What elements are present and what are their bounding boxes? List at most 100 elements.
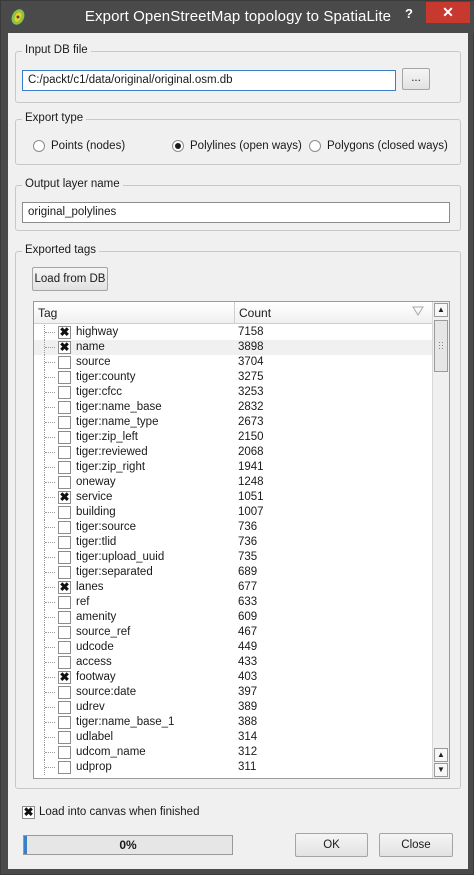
tag-checkbox[interactable] xyxy=(58,371,71,384)
tag-checkbox[interactable] xyxy=(58,566,71,579)
help-button[interactable]: ? xyxy=(399,4,419,24)
table-row[interactable]: tiger:county 3275 xyxy=(34,370,432,385)
radio-polygons-circle[interactable] xyxy=(309,140,321,152)
tag-name: tiger:upload_uuid xyxy=(76,551,165,563)
radio-points-circle[interactable] xyxy=(33,140,45,152)
table-row[interactable]: udcom_name 312 xyxy=(34,745,432,760)
table-row[interactable]: ✖ service 1051 xyxy=(34,490,432,505)
scroll-down-icon[interactable]: ▼ xyxy=(434,763,448,777)
table-row[interactable]: ✖ name 3898 xyxy=(34,340,432,355)
table-row[interactable]: tiger:name_base_1 388 xyxy=(34,715,432,730)
tree-connector xyxy=(44,400,55,415)
tag-checkbox[interactable] xyxy=(58,551,71,564)
tag-checkbox[interactable] xyxy=(58,446,71,459)
tag-name: tiger:reviewed xyxy=(76,446,148,458)
tag-checkbox[interactable] xyxy=(58,656,71,669)
tag-checkbox[interactable] xyxy=(58,701,71,714)
tag-name: highway xyxy=(76,326,119,338)
tag-name: lanes xyxy=(76,581,104,593)
table-row[interactable]: amenity 609 xyxy=(34,610,432,625)
table-row[interactable]: udrev 389 xyxy=(34,700,432,715)
tag-checkbox[interactable] xyxy=(58,761,71,774)
tag-checkbox[interactable] xyxy=(58,686,71,699)
tag-checkbox[interactable] xyxy=(58,416,71,429)
radio-points[interactable]: Points (nodes) xyxy=(33,138,125,154)
tags-table[interactable]: Tag Count ✖ highway 7158 ✖ name 3898 source 370… xyxy=(33,301,450,779)
tree-connector xyxy=(44,340,55,355)
table-row[interactable]: ✖ highway 7158 xyxy=(34,325,432,340)
tag-checkbox[interactable] xyxy=(58,506,71,519)
table-row[interactable]: tiger:zip_right 1941 xyxy=(34,460,432,475)
tag-name: tiger:tlid xyxy=(76,536,117,548)
table-row[interactable]: source:date 397 xyxy=(34,685,432,700)
radio-polygons[interactable]: Polygons (closed ways) xyxy=(309,138,448,154)
radio-polylines-circle[interactable] xyxy=(172,140,184,152)
column-header-count[interactable]: Count xyxy=(235,302,432,324)
table-row[interactable]: ✖ footway 403 xyxy=(34,670,432,685)
scroll-page-up-icon[interactable]: ▲ xyxy=(434,748,448,762)
tag-checkbox[interactable]: ✖ xyxy=(58,671,71,684)
tree-connector xyxy=(44,610,55,625)
scroll-up-icon[interactable]: ▲ xyxy=(434,303,448,317)
tag-name: tiger:zip_right xyxy=(76,461,146,473)
input-db-field[interactable]: C:/packt/c1/data/original/original.osm.d… xyxy=(22,70,396,91)
radio-polylines[interactable]: Polylines (open ways) xyxy=(172,138,302,154)
tag-checkbox[interactable] xyxy=(58,731,71,744)
table-row[interactable]: oneway 1248 xyxy=(34,475,432,490)
tag-checkbox[interactable] xyxy=(58,401,71,414)
table-row[interactable]: tiger:source 736 xyxy=(34,520,432,535)
tag-checkbox[interactable]: ✖ xyxy=(58,581,71,594)
table-scrollbar[interactable]: ▲ ▲ ▼ xyxy=(432,302,449,778)
table-row[interactable]: udprop 311 xyxy=(34,760,432,775)
tag-count: 3898 xyxy=(238,341,264,353)
ok-button[interactable]: OK xyxy=(295,833,368,857)
table-row[interactable]: tiger:tlid 736 xyxy=(34,535,432,550)
table-row[interactable]: source 3704 xyxy=(34,355,432,370)
column-header-tag[interactable]: Tag xyxy=(34,302,235,324)
tag-checkbox[interactable] xyxy=(58,716,71,729)
tag-checkbox[interactable] xyxy=(58,521,71,534)
tag-checkbox[interactable]: ✖ xyxy=(58,326,71,339)
tag-checkbox[interactable] xyxy=(58,596,71,609)
tag-checkbox[interactable] xyxy=(58,431,71,444)
table-row[interactable]: tiger:name_base 2832 xyxy=(34,400,432,415)
tag-checkbox[interactable] xyxy=(58,386,71,399)
title-bar[interactable]: Export OpenStreetMap topology to SpatiaL… xyxy=(1,1,474,33)
tag-checkbox[interactable] xyxy=(58,461,71,474)
tag-checkbox[interactable] xyxy=(58,611,71,624)
tag-checkbox[interactable]: ✖ xyxy=(58,491,71,504)
table-row[interactable]: ✖ lanes 677 xyxy=(34,580,432,595)
output-layer-field[interactable]: original_polylines xyxy=(22,202,450,223)
radio-points-label: Points (nodes) xyxy=(51,140,126,152)
browse-button[interactable]: ... xyxy=(402,68,430,90)
table-row[interactable]: tiger:name_type 2673 xyxy=(34,415,432,430)
table-row[interactable]: udcode 449 xyxy=(34,640,432,655)
tag-count: 2673 xyxy=(238,416,264,428)
table-row[interactable]: tiger:reviewed 2068 xyxy=(34,445,432,460)
table-row[interactable]: ref 633 xyxy=(34,595,432,610)
tag-checkbox[interactable] xyxy=(58,641,71,654)
table-row[interactable]: tiger:upload_uuid 735 xyxy=(34,550,432,565)
scroll-thumb[interactable] xyxy=(434,320,448,372)
table-row[interactable]: tiger:cfcc 3253 xyxy=(34,385,432,400)
close-button[interactable]: Close xyxy=(379,833,453,857)
tag-checkbox[interactable] xyxy=(58,536,71,549)
tag-checkbox[interactable]: ✖ xyxy=(58,341,71,354)
dialog-body: Input DB file C:/packt/c1/data/original/… xyxy=(8,33,468,869)
tag-checkbox[interactable] xyxy=(58,626,71,639)
tag-name: building xyxy=(76,506,116,518)
load-into-canvas-box[interactable]: ✖ xyxy=(22,806,35,819)
tag-name: tiger:cfcc xyxy=(76,386,123,398)
tag-checkbox[interactable] xyxy=(58,356,71,369)
tag-checkbox[interactable] xyxy=(58,746,71,759)
table-row[interactable]: tiger:zip_left 2150 xyxy=(34,430,432,445)
table-row[interactable]: udlabel 314 xyxy=(34,730,432,745)
table-row[interactable]: building 1007 xyxy=(34,505,432,520)
load-from-db-button[interactable]: Load from DB xyxy=(32,267,108,291)
tag-checkbox[interactable] xyxy=(58,476,71,489)
table-row[interactable]: source_ref 467 xyxy=(34,625,432,640)
table-row[interactable]: tiger:separated 689 xyxy=(34,565,432,580)
table-row[interactable]: access 433 xyxy=(34,655,432,670)
window-close-button[interactable]: ✕ xyxy=(426,2,470,23)
progress-text: 0% xyxy=(119,838,137,852)
